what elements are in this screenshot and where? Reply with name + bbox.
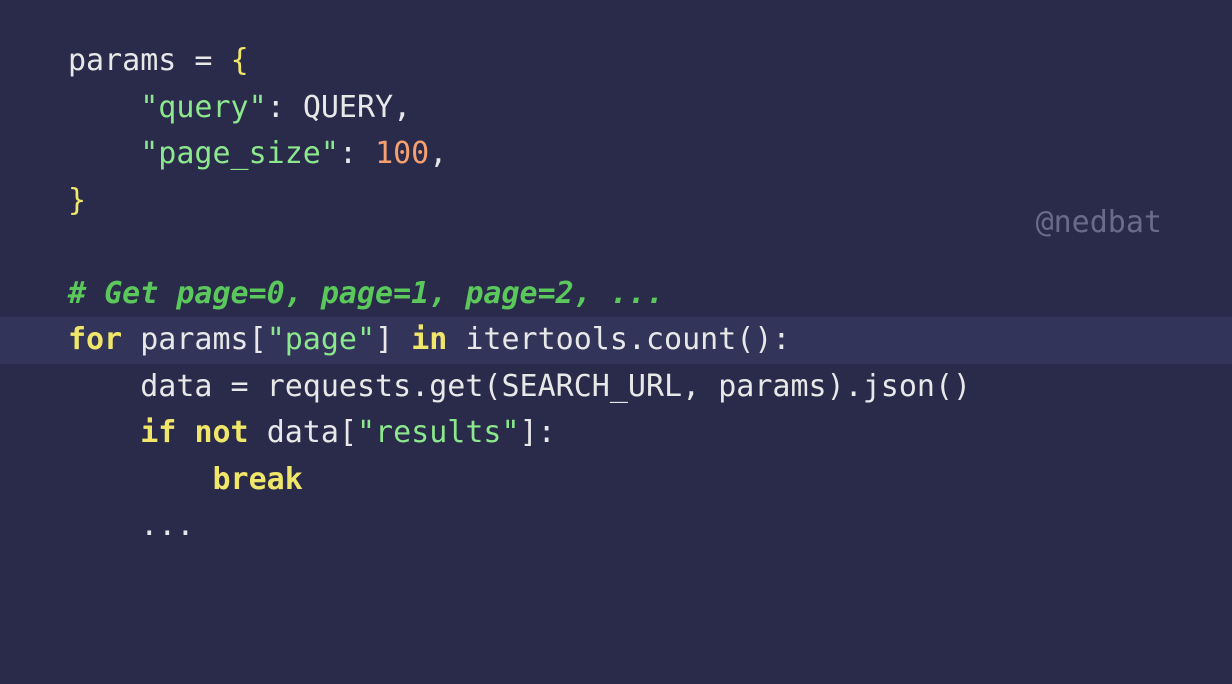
token-colon: :: [339, 136, 375, 171]
token-bracket: ]: [375, 322, 393, 357]
token-blank: [68, 229, 86, 264]
token-keyword-not: not: [194, 415, 248, 450]
token-comma: ,: [429, 136, 447, 171]
watermark-handle: @nedbat: [1036, 200, 1162, 247]
token-keyword-for: for: [68, 322, 122, 357]
token-keyword-in: in: [411, 322, 447, 357]
token-identifier: QUERY: [303, 90, 393, 125]
token-bracket: [: [339, 415, 357, 450]
token-keyword-break: break: [213, 462, 303, 497]
token-string: "page_size": [140, 136, 339, 171]
token-space: [176, 415, 194, 450]
token-space: [249, 415, 267, 450]
token-indent: [68, 136, 140, 171]
token-bracket: [: [249, 322, 267, 357]
token-operator: =: [176, 43, 230, 78]
code-line-2: "query": QUERY,: [0, 85, 1232, 132]
code-line-8: data = requests.get(SEARCH_URL, params).…: [0, 364, 1232, 411]
token-space: [393, 322, 411, 357]
token-indent: [68, 369, 140, 404]
token-brace: {: [231, 43, 249, 78]
token-call: itertools.count():: [465, 322, 790, 357]
token-keyword-if: if: [140, 415, 176, 450]
token-colon: :: [538, 415, 556, 450]
token-identifier: params: [68, 43, 176, 78]
token-colon: :: [267, 90, 303, 125]
token-comma: ,: [393, 90, 411, 125]
token-identifier: data: [267, 415, 339, 450]
token-indent: [68, 508, 140, 543]
token-space: [447, 322, 465, 357]
token-space: [122, 322, 140, 357]
token-string: "page": [267, 322, 375, 357]
token-statement: data = requests.get(SEARCH_URL, params).…: [140, 369, 971, 404]
token-string: "query": [140, 90, 266, 125]
token-indent: [68, 415, 140, 450]
token-comment: # Get page=0, page=1, page=2, ...: [68, 276, 664, 311]
token-brace: }: [68, 183, 86, 218]
token-indent: [68, 90, 140, 125]
code-line-11: ...: [0, 503, 1232, 550]
code-line-10: break: [0, 457, 1232, 504]
token-ellipsis: ...: [140, 508, 194, 543]
code-line-6: # Get page=0, page=1, page=2, ...: [0, 271, 1232, 318]
code-line-7-highlighted: for params["page"] in itertools.count():: [0, 317, 1232, 364]
code-line-3: "page_size": 100,: [0, 131, 1232, 178]
code-block: params = { "query": QUERY, "page_size": …: [0, 38, 1232, 550]
code-line-9: if not data["results"]:: [0, 410, 1232, 457]
token-bracket: ]: [520, 415, 538, 450]
token-identifier: params: [140, 322, 248, 357]
token-number: 100: [375, 136, 429, 171]
code-line-1: params = {: [0, 38, 1232, 85]
token-indent: [68, 462, 213, 497]
token-string: "results": [357, 415, 520, 450]
